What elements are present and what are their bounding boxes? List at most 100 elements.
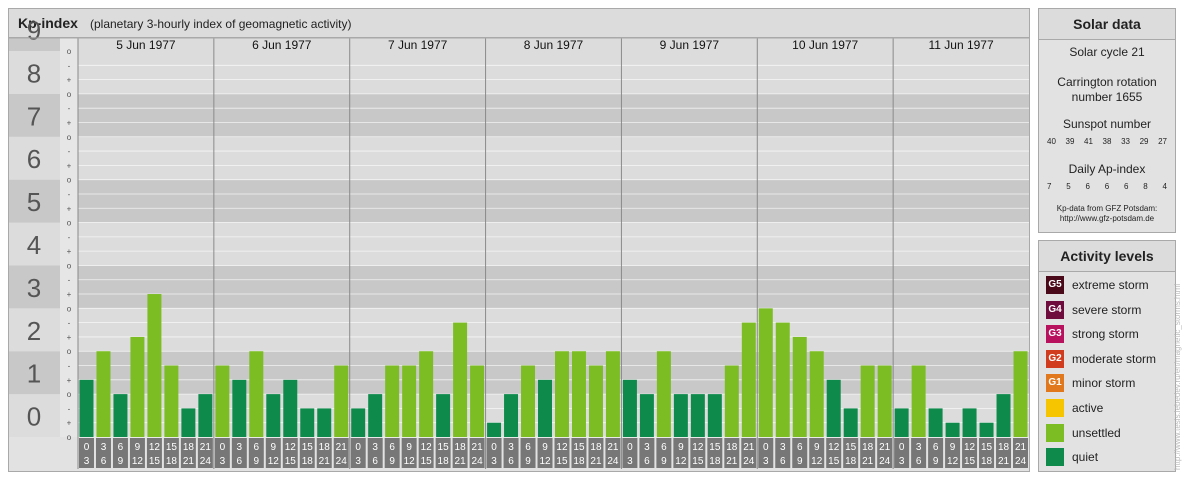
legend-item: G5 extreme storm [1046, 276, 1149, 294]
minor-tick-mark: o [67, 219, 72, 228]
interval-end-label: 3 [491, 456, 497, 467]
y-tick-label: 1 [27, 359, 41, 389]
kp-bar [843, 408, 858, 437]
interval-start-label: 9 [950, 442, 956, 453]
interval-start-label: 21 [879, 442, 891, 453]
kp-bar [741, 322, 756, 437]
interval-start-label: 9 [542, 442, 548, 453]
kp-bar [945, 422, 960, 437]
interval-start-label: 12 [421, 442, 433, 453]
interval-end-label: 6 [508, 456, 514, 467]
kp-bar [113, 394, 128, 437]
kp-bar [351, 408, 366, 437]
interval-start-label: 0 [491, 442, 497, 453]
kp-bar [402, 365, 417, 437]
interval-end-label: 21 [319, 456, 331, 467]
solar-cycle: Solar cycle 21 [1069, 45, 1145, 59]
minor-tick-mark: o [67, 133, 72, 142]
kp-bar [419, 351, 434, 437]
interval-end-label: 18 [166, 456, 178, 467]
minor-tick-mark: + [67, 204, 72, 213]
interval-start-label: 0 [763, 442, 769, 453]
sunspot-value: 33 [1121, 137, 1130, 146]
legend-swatch: G3 [1046, 325, 1064, 344]
interval-start-label: 21 [336, 442, 348, 453]
interval-end-label: 24 [607, 456, 619, 467]
kp-bar [622, 379, 637, 437]
kp-bar [436, 394, 451, 437]
interval-end-label: 12 [675, 456, 687, 467]
interval-start-label: 9 [135, 442, 141, 453]
interval-start-label: 3 [101, 442, 107, 453]
kp-bar [656, 351, 671, 437]
minor-tick-mark: - [68, 61, 71, 70]
interval-start-label: 3 [916, 442, 922, 453]
minor-tick-mark: + [67, 290, 72, 299]
y-tick-label: 8 [27, 58, 41, 88]
kp-bar [96, 351, 111, 437]
interval-start-label: 12 [556, 442, 568, 453]
minor-tick-mark: - [68, 104, 71, 113]
kp-bar [571, 351, 586, 437]
kp-band-3 [78, 265, 1029, 309]
interval-end-label: 18 [302, 456, 314, 467]
minor-tick-mark: - [68, 233, 71, 242]
interval-start-label: 0 [899, 442, 905, 453]
sunspot-value: 38 [1102, 137, 1112, 146]
interval-start-label: 15 [981, 442, 993, 453]
minor-tick-mark: o [67, 176, 72, 185]
kp-bar [673, 394, 688, 437]
legend-label: strong storm [1072, 327, 1139, 342]
y-tick-label: 4 [27, 230, 41, 260]
interval-start-label: 18 [726, 442, 738, 453]
interval-end-label: 24 [336, 456, 348, 467]
interval-start-label: 9 [814, 442, 820, 453]
sunspot-value: 40 [1047, 137, 1056, 146]
legend-item: G3 strong storm [1046, 325, 1139, 344]
kp-bar [792, 336, 807, 437]
interval-start-label: 12 [149, 442, 161, 453]
interval-start-label: 0 [84, 442, 90, 453]
interval-end-label: 15 [692, 456, 704, 467]
interval-end-label: 12 [404, 456, 416, 467]
interval-end-label: 3 [899, 456, 905, 467]
legend-swatch: G1 [1046, 374, 1064, 393]
ap-value: 7 [1047, 182, 1052, 191]
interval-start-label: 12 [964, 442, 976, 453]
interval-start-label: 15 [845, 442, 857, 453]
sunspot-value: 29 [1139, 137, 1149, 146]
interval-start-label: 18 [183, 442, 195, 453]
kp-bar [198, 394, 213, 437]
interval-end-label: 6 [237, 456, 243, 467]
kp-band-2 [78, 308, 1029, 352]
interval-start-label: 18 [862, 442, 874, 453]
minor-tick-mark: + [67, 161, 72, 170]
kp-bar [809, 351, 824, 437]
interval-start-label: 0 [627, 442, 633, 453]
interval-end-label: 9 [254, 456, 260, 467]
interval-start-label: 21 [743, 442, 755, 453]
interval-start-label: 6 [389, 442, 395, 453]
minor-tick-mark: - [68, 147, 71, 156]
interval-end-label: 15 [828, 456, 840, 467]
kp-bar [130, 336, 145, 437]
minor-tick-mark: o [67, 47, 72, 56]
interval-end-label: 9 [118, 456, 124, 467]
legend-item: quiet [1046, 448, 1098, 467]
legend-swatch [1046, 399, 1064, 417]
day-label: 11 Jun 1977 [928, 38, 993, 52]
interval-start-label: 6 [525, 442, 531, 453]
interval-start-label: 18 [319, 442, 331, 453]
kp-bar [996, 394, 1011, 437]
kp-bar [588, 365, 603, 437]
minor-tick-mark: + [67, 76, 72, 85]
y-tick-label: 5 [27, 187, 41, 217]
interval-end-label: 21 [998, 456, 1010, 467]
interval-start-label: 12 [828, 442, 840, 453]
minor-tick-mark: - [68, 319, 71, 328]
kp-bar [962, 408, 977, 437]
interval-end-label: 6 [644, 456, 650, 467]
interval-start-label: 21 [472, 442, 484, 453]
interval-end-label: 24 [743, 456, 755, 467]
solar-data-panel: Solar data Solar cycle 21 Carrington rot… [1038, 8, 1176, 233]
